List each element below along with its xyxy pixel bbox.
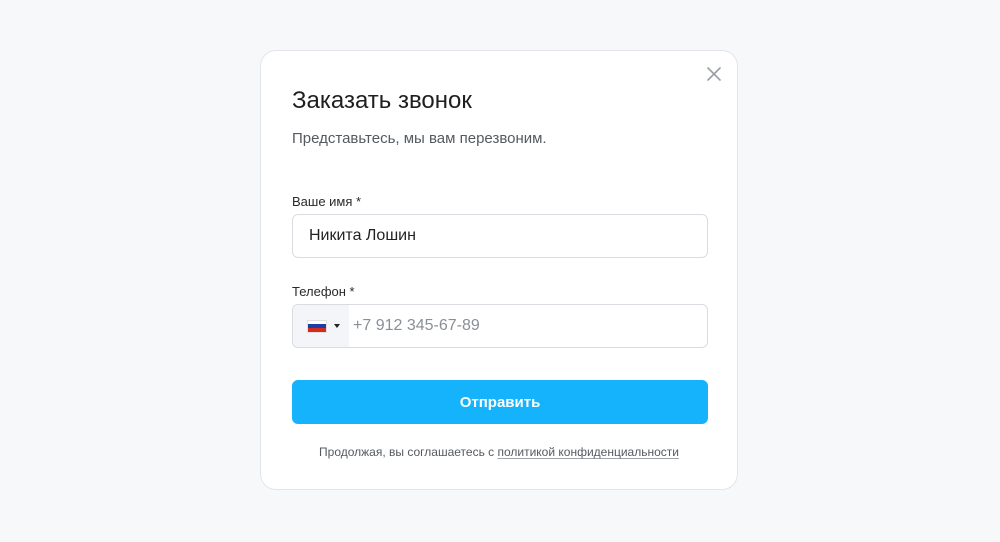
consent-prefix: Продолжая, вы соглашаетесь с: [319, 445, 498, 459]
name-label: Ваше имя *: [292, 194, 362, 209]
name-input[interactable]: [293, 215, 707, 257]
phone-input[interactable]: [349, 305, 707, 347]
modal-title: Заказать звонок: [292, 87, 472, 114]
consent-text: Продолжая, вы соглашаетесь с политикой к…: [261, 445, 737, 459]
callback-modal: Заказать звонок Представьтесь, мы вам пе…: [260, 50, 738, 490]
privacy-policy-link[interactable]: политикой конфиденциальности: [497, 445, 678, 459]
russia-flag-icon: [307, 319, 327, 333]
submit-button[interactable]: Отправить: [292, 380, 708, 424]
caret-down-icon: [334, 324, 340, 328]
phone-label: Телефон *: [292, 284, 355, 299]
modal-subtitle: Представьтесь, мы вам перезвоним.: [292, 130, 547, 147]
country-code-select[interactable]: [293, 305, 349, 347]
close-icon[interactable]: [705, 65, 723, 83]
phone-field: [292, 304, 708, 348]
name-field: [292, 214, 708, 258]
